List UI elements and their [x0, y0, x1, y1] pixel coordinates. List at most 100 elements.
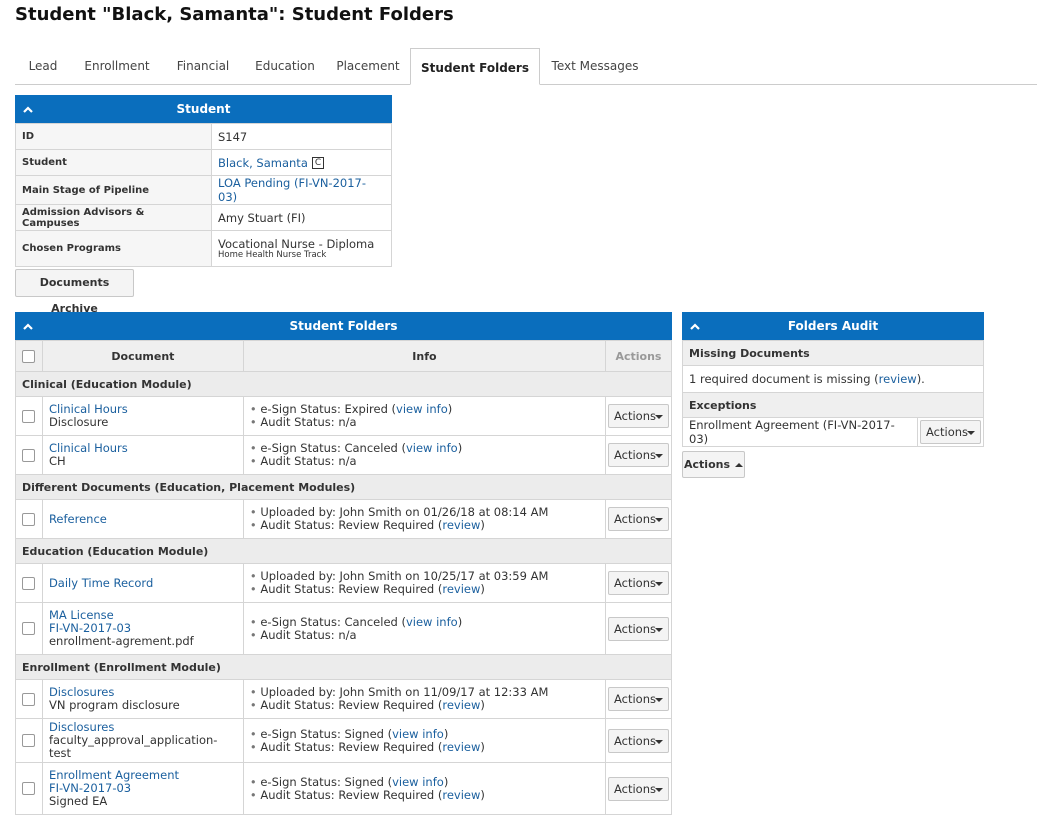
tab-lead[interactable]: Lead — [15, 48, 71, 84]
caret-down-icon — [654, 415, 663, 419]
review-link[interactable]: review — [442, 518, 480, 532]
document-subtitle: enrollment-agrement.pdf — [48, 634, 194, 648]
info-line-1: Uploaded by: John Smith on 11/09/17 at 1… — [260, 685, 549, 699]
folder-group-header: Education (Education Module) — [15, 538, 672, 564]
row-actions-button[interactable]: Actions — [607, 728, 669, 753]
review-link[interactable]: review — [442, 788, 480, 802]
tab-education[interactable]: Education — [244, 48, 326, 84]
row-actions-button[interactable]: Actions — [607, 507, 669, 531]
review-link[interactable]: review — [442, 740, 480, 754]
tab-enrollment[interactable]: Enrollment — [72, 48, 162, 84]
document-program-link[interactable]: FI-VN-2017-03 — [49, 781, 131, 795]
row-checkbox[interactable] — [22, 576, 36, 590]
chevron-up-icon[interactable] — [688, 312, 702, 340]
folders-panel-title: Student Folders — [289, 319, 398, 333]
programs-label: Chosen Programs — [15, 230, 212, 267]
tab-text-messages[interactable]: Text Messages — [542, 48, 648, 84]
student-panel-header: Student — [15, 95, 392, 123]
view-info-link[interactable]: view info — [406, 441, 458, 455]
row-checkbox[interactable] — [22, 692, 36, 706]
view-info-link[interactable]: view info — [396, 402, 448, 416]
student-folders-table: Document Info Actions Clinical (Educatio… — [15, 340, 673, 815]
student-name-link[interactable]: Black, Samanta — [218, 156, 308, 170]
tab-financial[interactable]: Financial — [163, 48, 243, 84]
exception-actions-button[interactable]: Actions — [920, 420, 981, 444]
info-line-1: e-Sign Status: Canceled ( — [260, 441, 406, 455]
pipeline-label: Main Stage of Pipeline — [15, 175, 212, 205]
advisors-value: Amy Stuart (FI) — [211, 204, 392, 231]
info-line-1: e-Sign Status: Signed ( — [260, 774, 393, 789]
info-line-2: Audit Status: n/a — [260, 415, 357, 429]
review-link[interactable]: review — [442, 698, 480, 712]
missing-documents-row: 1 required document is missing (review). — [682, 365, 984, 393]
view-info-link[interactable]: view info — [392, 775, 444, 789]
view-info-link[interactable]: view info — [406, 615, 458, 629]
folder-group-header: Different Documents (Education, Placemen… — [15, 474, 672, 500]
caret-down-icon — [654, 627, 663, 632]
row-actions-button[interactable]: Actions — [607, 443, 669, 467]
exceptions-header: Exceptions — [682, 392, 984, 418]
caret-down-icon — [654, 454, 663, 458]
id-label: ID — [15, 123, 212, 150]
document-link[interactable]: MA License — [49, 608, 114, 622]
info-line-2: Audit Status: n/a — [260, 627, 357, 642]
caret-up-icon — [735, 463, 743, 467]
row-checkbox[interactable] — [22, 622, 36, 636]
document-link[interactable]: Disclosures — [49, 720, 114, 734]
info-line-2: Audit Status: Review Required ( — [260, 582, 443, 596]
actions-column-header: Actions — [604, 340, 673, 372]
document-link[interactable]: Reference — [49, 512, 107, 526]
table-row: Reference • Uploaded by: John Smith on 01… — [15, 499, 673, 539]
document-program-link[interactable]: FI-VN-2017-03 — [49, 621, 131, 635]
row-actions-button[interactable]: Actions — [607, 687, 669, 711]
documents-archive-button[interactable]: Documents Archive — [15, 269, 134, 315]
student-panel-title: Student — [176, 102, 231, 116]
row-checkbox[interactable] — [22, 409, 36, 423]
info-line-1: Uploaded by: John Smith on 10/25/17 at 0… — [260, 569, 549, 583]
document-link[interactable]: Clinical Hours — [49, 402, 128, 416]
program-name: Vocational Nurse - Diploma — [218, 236, 375, 251]
chevron-up-icon[interactable] — [21, 95, 35, 123]
caret-down-icon — [654, 698, 663, 702]
document-subtitle: CH — [48, 454, 66, 468]
missing-review-link[interactable]: review — [879, 372, 917, 386]
id-value: S147 — [211, 123, 392, 150]
document-link[interactable]: Clinical Hours — [49, 441, 128, 455]
row-actions-button[interactable]: Actions — [607, 776, 669, 801]
audit-actions-button[interactable]: Actions — [682, 451, 745, 478]
table-row: Daily Time Record • Uploaded by: John Smi… — [15, 563, 673, 603]
select-all-checkbox[interactable] — [22, 349, 36, 363]
student-label: Student — [15, 149, 212, 176]
row-checkbox[interactable] — [22, 782, 36, 796]
row-checkbox[interactable] — [22, 448, 36, 462]
row-checkbox[interactable] — [22, 734, 36, 748]
review-link[interactable]: review — [442, 582, 480, 596]
row-actions-button[interactable]: Actions — [607, 571, 669, 595]
row-checkbox[interactable] — [22, 512, 36, 526]
folders-audit-table: Missing Documents 1 required document is… — [682, 340, 984, 447]
audit-panel-header: Folders Audit — [682, 312, 984, 340]
row-actions-button[interactable]: Actions — [607, 404, 669, 428]
tab-student-folders[interactable]: Student Folders — [410, 48, 540, 85]
student-badge[interactable]: C — [311, 157, 325, 169]
program-track: Home Health Nurse Track — [218, 249, 327, 260]
tab-bar: Lead Enrollment Financial Education Plac… — [15, 48, 1037, 85]
row-actions-button[interactable]: Actions — [607, 616, 669, 641]
tab-placement[interactable]: Placement — [327, 48, 409, 84]
table-row: Disclosures faculty_approval_application-… — [15, 718, 673, 763]
chevron-up-icon[interactable] — [21, 312, 35, 340]
folder-group-header: Enrollment (Enrollment Module) — [15, 654, 672, 680]
info-line-2: Audit Status: Review Required ( — [260, 698, 443, 712]
document-link[interactable]: Daily Time Record — [49, 576, 153, 590]
document-link[interactable]: Enrollment Agreement — [49, 768, 179, 782]
view-info-link[interactable]: view info — [392, 727, 444, 741]
pipeline-stage-link[interactable]: LOA Pending (FI-VN-2017-03) — [218, 176, 366, 204]
page-title: Student "Black, Samanta": Student Folder… — [15, 4, 454, 25]
document-subtitle: faculty_approval_application-test — [48, 733, 218, 760]
document-link[interactable]: Disclosures — [49, 685, 114, 699]
info-line-2: Audit Status: Review Required ( — [260, 518, 443, 532]
info-line-1: Uploaded by: John Smith on 01/26/18 at 0… — [260, 505, 549, 519]
info-line-1: e-Sign Status: Canceled ( — [260, 614, 406, 629]
document-subtitle: Signed EA — [48, 794, 108, 808]
folders-panel-header: Student Folders — [15, 312, 672, 340]
